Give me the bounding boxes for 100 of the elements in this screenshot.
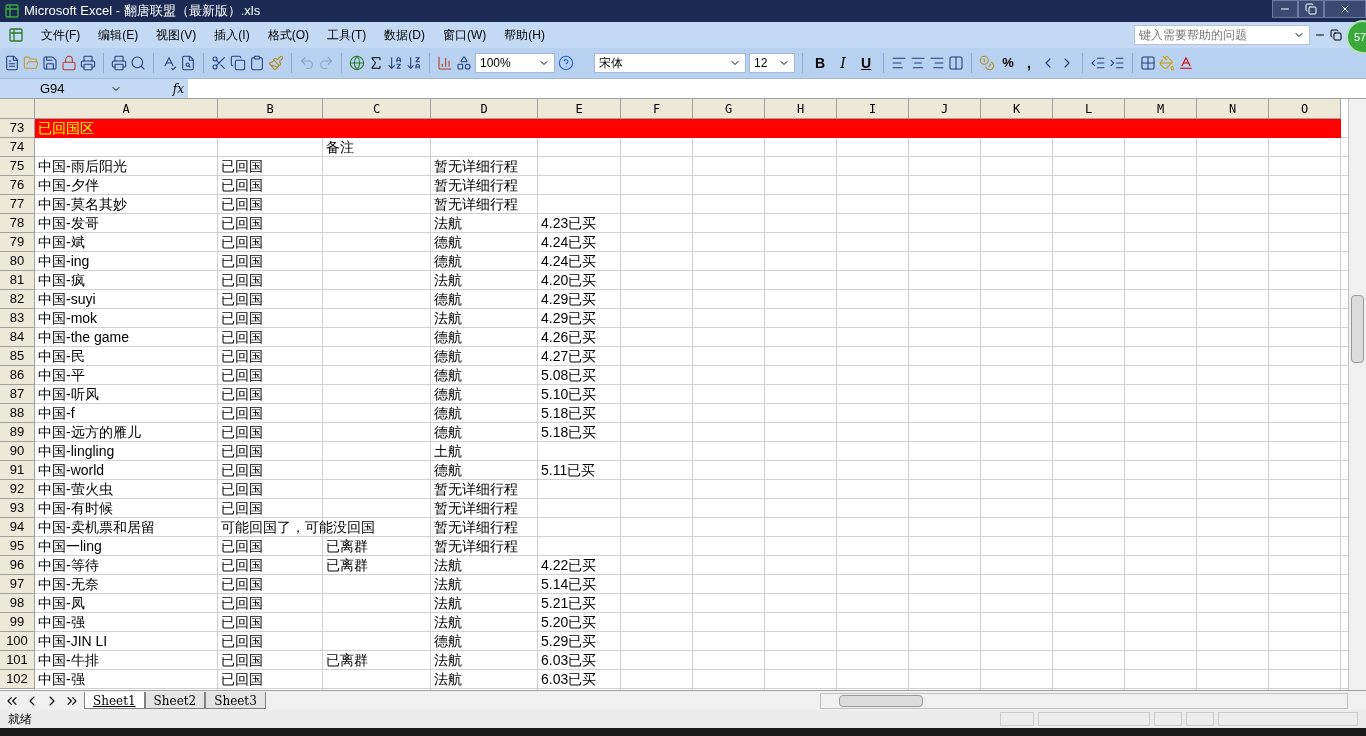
font-dropdown[interactable]: 宋体 <box>594 53 746 73</box>
scroll-thumb[interactable] <box>1351 295 1364 363</box>
restore-icon[interactable] <box>1330 29 1342 41</box>
row-header[interactable]: 73 <box>0 119 35 138</box>
menu-item[interactable]: 工具(T) <box>318 26 376 44</box>
italic-button[interactable]: I <box>833 52 853 74</box>
chart-icon[interactable] <box>437 55 453 71</box>
spelling-icon[interactable] <box>161 55 177 71</box>
row-header[interactable]: 100 <box>0 632 35 651</box>
print-preview-icon[interactable] <box>130 55 146 71</box>
row-header[interactable]: 95 <box>0 537 35 556</box>
cut-icon[interactable] <box>211 55 227 71</box>
comma-button[interactable]: , <box>1021 52 1037 74</box>
sort-ascending-icon[interactable] <box>387 55 403 71</box>
column-header[interactable]: F <box>621 99 693 119</box>
menu-item[interactable]: 格式(O) <box>258 26 318 44</box>
column-header[interactable]: H <box>765 99 837 119</box>
name-box[interactable]: G94 <box>0 79 130 98</box>
row-header[interactable]: 92 <box>0 480 35 499</box>
borders-icon[interactable] <box>1140 55 1156 71</box>
row-header[interactable]: 94 <box>0 518 35 537</box>
zoom-dropdown[interactable]: 100% <box>475 53 555 73</box>
column-header[interactable]: O <box>1269 99 1341 119</box>
print-icon[interactable] <box>111 55 127 71</box>
row-header[interactable]: 81 <box>0 271 35 290</box>
align-left-icon[interactable] <box>891 55 907 71</box>
percent-button[interactable]: % <box>998 53 1018 73</box>
workbook-icon[interactable] <box>8 27 24 43</box>
vertical-scrollbar[interactable] <box>1348 99 1366 690</box>
row-header[interactable]: 82 <box>0 290 35 309</box>
bold-button[interactable]: B <box>810 52 830 74</box>
sheet-tab[interactable]: Sheet2 <box>144 692 206 709</box>
decrease-indent-icon[interactable] <box>1090 55 1106 71</box>
sort-descending-icon[interactable] <box>406 55 422 71</box>
save-icon[interactable] <box>42 55 58 71</box>
column-header[interactable]: K <box>981 99 1053 119</box>
column-header[interactable]: I <box>837 99 909 119</box>
print-icon[interactable] <box>80 55 96 71</box>
row-header[interactable]: 85 <box>0 347 35 366</box>
column-header[interactable]: A <box>35 99 218 119</box>
row-header[interactable]: 80 <box>0 252 35 271</box>
select-all-corner[interactable] <box>0 99 35 119</box>
minimize-button[interactable] <box>1272 0 1298 18</box>
increase-indent-icon[interactable] <box>1109 55 1125 71</box>
row-header[interactable]: 79 <box>0 233 35 252</box>
help-icon[interactable] <box>558 55 574 71</box>
menu-item[interactable]: 文件(F) <box>32 26 90 44</box>
row-header[interactable]: 93 <box>0 499 35 518</box>
row-header[interactable]: 90 <box>0 442 35 461</box>
row-header[interactable]: 88 <box>0 404 35 423</box>
font-color-icon[interactable] <box>1178 55 1194 71</box>
column-header[interactable]: G <box>693 99 765 119</box>
row-header[interactable]: 87 <box>0 385 35 404</box>
restore-button[interactable] <box>1298 0 1324 18</box>
column-header[interactable]: D <box>431 99 538 119</box>
column-header[interactable]: B <box>218 99 323 119</box>
underline-button[interactable]: U <box>856 52 876 74</box>
menu-item[interactable]: 视图(V) <box>147 26 206 44</box>
row-header[interactable]: 89 <box>0 423 35 442</box>
column-header[interactable]: L <box>1053 99 1125 119</box>
column-header[interactable]: M <box>1125 99 1197 119</box>
row-header[interactable]: 78 <box>0 214 35 233</box>
align-center-icon[interactable] <box>910 55 926 71</box>
row-header[interactable]: 91 <box>0 461 35 480</box>
row-header[interactable]: 75 <box>0 157 35 176</box>
fill-color-icon[interactable] <box>1159 55 1175 71</box>
sheet-tab[interactable]: Sheet1 <box>84 692 145 709</box>
close-button[interactable] <box>1324 0 1366 18</box>
research-icon[interactable] <box>180 55 196 71</box>
sum-icon[interactable] <box>368 55 384 71</box>
row-header[interactable]: 99 <box>0 613 35 632</box>
row-header[interactable]: 98 <box>0 594 35 613</box>
row-header[interactable]: 96 <box>0 556 35 575</box>
new-file-icon[interactable] <box>4 55 20 71</box>
menu-item[interactable]: 数据(D) <box>375 26 434 44</box>
column-header[interactable]: N <box>1197 99 1269 119</box>
scroll-thumb[interactable] <box>839 694 923 707</box>
row-header[interactable]: 101 <box>0 651 35 670</box>
column-header[interactable]: E <box>538 99 621 119</box>
row-header[interactable]: 74 <box>0 138 35 157</box>
align-right-icon[interactable] <box>929 55 945 71</box>
column-header[interactable]: C <box>323 99 431 119</box>
column-header[interactable]: J <box>909 99 981 119</box>
menu-item[interactable]: 帮助(H) <box>495 26 554 44</box>
menu-item[interactable]: 插入(I) <box>205 26 259 44</box>
copy-icon[interactable] <box>230 55 246 71</box>
row-header[interactable]: 102 <box>0 670 35 689</box>
horizontal-scrollbar[interactable] <box>820 692 1348 709</box>
row-header[interactable]: 77 <box>0 195 35 214</box>
row-header[interactable]: 84 <box>0 328 35 347</box>
menu-item[interactable]: 窗口(W) <box>434 26 496 44</box>
sheet-tab[interactable]: Sheet3 <box>205 692 266 709</box>
row-header[interactable]: 86 <box>0 366 35 385</box>
help-search-field[interactable]: 键入需要帮助的问题 <box>1134 25 1310 45</box>
menu-item[interactable]: 编辑(E) <box>89 26 148 44</box>
drawing-icon[interactable] <box>456 55 472 71</box>
row-header[interactable]: 76 <box>0 176 35 195</box>
font-size-dropdown[interactable]: 12 <box>749 53 795 73</box>
row-header[interactable]: 83 <box>0 309 35 328</box>
paste-icon[interactable] <box>249 55 265 71</box>
